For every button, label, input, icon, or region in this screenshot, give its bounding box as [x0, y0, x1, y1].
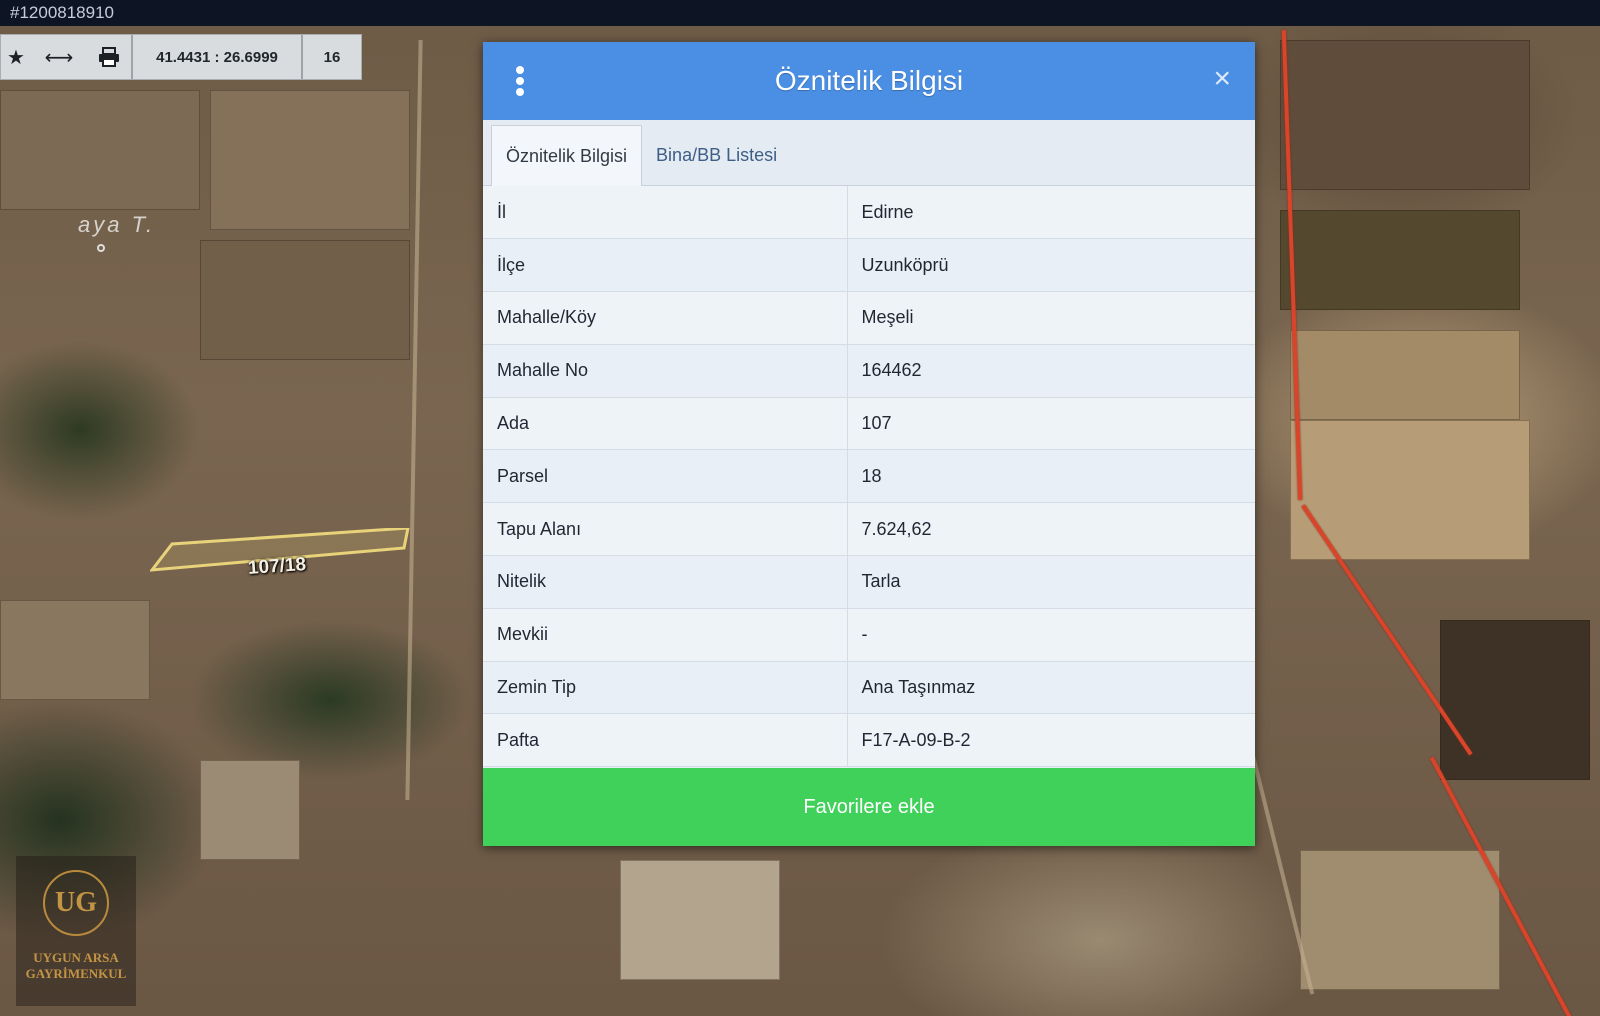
- map-place-marker: [97, 244, 105, 252]
- close-icon[interactable]: ×: [1213, 64, 1231, 94]
- logo-line-2: GAYRİMENKUL: [25, 966, 127, 981]
- listing-id: #1200818910: [10, 3, 115, 22]
- attribute-value: Edirne: [861, 201, 914, 222]
- dialog-header: Öznitelik Bilgisi ×: [483, 42, 1255, 120]
- table-row: Tapu Alanı 7.624,62: [483, 502, 1255, 556]
- add-to-favorites-button[interactable]: Favorilere ekle: [483, 768, 1255, 846]
- table-row: Mahalle/Köy Meşeli: [483, 291, 1255, 345]
- attribute-key: İl: [483, 186, 848, 239]
- attribute-key: Mahalle/Köy: [483, 291, 848, 345]
- attribute-dialog: Öznitelik Bilgisi × Öznitelik Bilgisi Bi…: [483, 42, 1255, 846]
- map-field: [0, 600, 150, 700]
- tab-attribute-info[interactable]: Öznitelik Bilgisi: [491, 125, 643, 186]
- coordinates-readout: 41.4431 : 26.6999: [156, 48, 278, 66]
- map-field: [620, 860, 780, 980]
- table-row: Zemin Tip Ana Taşınmaz: [483, 661, 1255, 714]
- attribute-value: F17-A-09-B-2: [861, 729, 971, 750]
- dialog-tabs: Öznitelik Bilgisi Bina/BB Listesi: [483, 120, 1255, 186]
- attribute-value: Meşeli: [861, 307, 914, 328]
- attribute-value: Tarla: [861, 571, 901, 592]
- table-row: İlçe Uzunköprü: [483, 238, 1255, 292]
- logo-monogram: UG: [43, 870, 109, 936]
- attribute-value: Ana Taşınmaz: [861, 677, 976, 698]
- attribute-key: Tapu Alanı: [483, 502, 848, 556]
- zoom-level: 16: [323, 48, 341, 66]
- map-field: [1440, 620, 1590, 780]
- map-toolbar: ★ ⟷ 41.4431 : 26.6999 16: [0, 34, 362, 80]
- company-logo: UG UYGUN ARSA GAYRİMENKUL: [16, 856, 136, 1006]
- table-row: Ada 107: [483, 397, 1255, 450]
- more-vertical-icon[interactable]: [513, 66, 527, 96]
- attribute-value: -: [861, 624, 868, 645]
- table-row: Mevkii -: [483, 608, 1255, 662]
- attribute-value: 164462: [861, 360, 922, 381]
- attribute-key: İlçe: [483, 238, 848, 292]
- map-field: [1280, 40, 1530, 190]
- attribute-key: Parsel: [483, 449, 848, 503]
- attribute-value: 7.624,62: [861, 518, 932, 539]
- map-place-label: aya T.: [78, 212, 156, 237]
- table-row: İl Edirne: [483, 186, 1255, 239]
- tab-building-list[interactable]: Bina/BB Listesi: [642, 125, 791, 185]
- attribute-value: 107: [861, 413, 892, 434]
- attribute-key: Ada: [483, 397, 848, 450]
- print-icon[interactable]: [87, 35, 131, 79]
- attribute-key: Mahalle No: [483, 344, 848, 398]
- attribute-key: Zemin Tip: [483, 661, 848, 714]
- map-field: [200, 760, 300, 860]
- pan-arrows-icon[interactable]: ⟷: [31, 35, 87, 79]
- top-bar: #1200818910: [0, 0, 1600, 26]
- table-row: Pafta F17-A-09-B-2: [483, 713, 1255, 767]
- map-field: [200, 240, 410, 360]
- table-row: Nitelik Tarla: [483, 555, 1255, 609]
- attribute-table: İl Edirne İlçe Uzunköprü Mahalle/Köy Meşeli Ma…: [483, 186, 1255, 767]
- map-field: [1300, 850, 1500, 990]
- attribute-key: Nitelik: [483, 555, 848, 609]
- attribute-key: Pafta: [483, 713, 848, 767]
- attribute-value: 18: [861, 465, 882, 486]
- map-field: [1290, 330, 1520, 420]
- star-icon[interactable]: ★: [1, 35, 31, 79]
- attribute-key: Mevkii: [483, 608, 848, 662]
- dialog-title: Öznitelik Bilgisi: [774, 65, 964, 96]
- attribute-value: Uzunköprü: [861, 254, 949, 275]
- map-field: [0, 90, 200, 210]
- logo-line-1: UYGUN ARSA: [33, 950, 119, 965]
- logo-text: UYGUN ARSA GAYRİMENKUL: [26, 950, 127, 982]
- map-field: [210, 90, 410, 230]
- table-row: Parsel 18: [483, 449, 1255, 503]
- table-row: Mahalle No 164462: [483, 344, 1255, 398]
- map-field: [1280, 210, 1520, 310]
- parcel-label: 107/18: [247, 553, 307, 580]
